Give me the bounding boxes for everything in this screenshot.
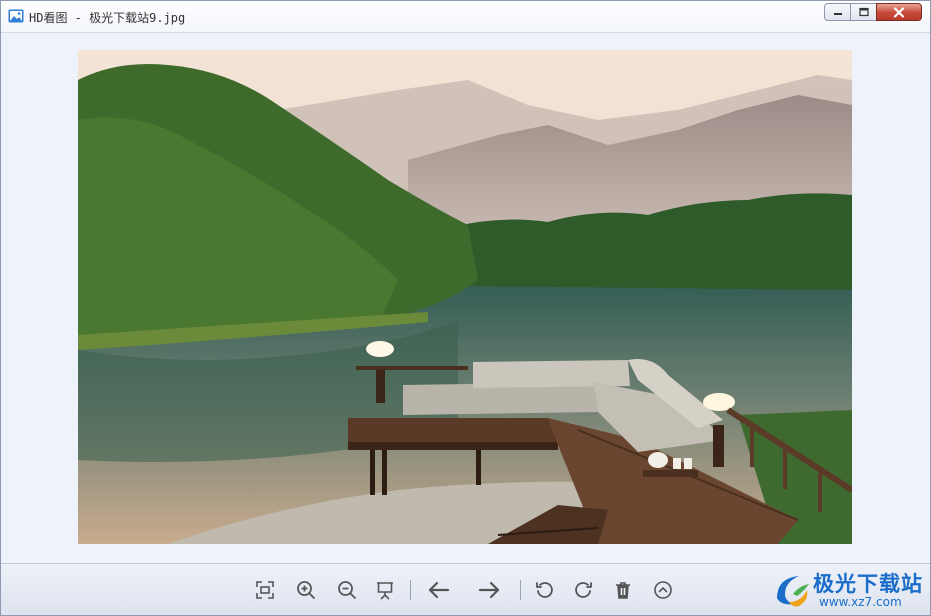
window-controls <box>824 3 922 21</box>
watermark-brand: 极光下载站 <box>813 572 923 596</box>
slideshow-icon <box>377 582 393 600</box>
watermark: 极光下载站 www.xz7.com <box>771 568 926 612</box>
image-canvas[interactable] <box>1 33 930 563</box>
previous-button[interactable] <box>427 578 451 602</box>
toolbar-separator <box>520 580 521 600</box>
landscape-photo[interactable] <box>78 50 852 544</box>
title-bar[interactable]: HD看图 - 极光下载站9.jpg <box>1 1 930 33</box>
rotate-left-icon <box>536 582 553 598</box>
minimize-icon <box>833 13 842 15</box>
maximize-icon <box>858 7 869 17</box>
app-icon <box>8 9 24 23</box>
toolbar-separator <box>410 580 411 600</box>
slideshow-button[interactable] <box>373 578 397 602</box>
zoom-out-icon <box>338 581 357 600</box>
maximize-button[interactable] <box>850 3 877 21</box>
close-icon <box>893 6 905 18</box>
more-button[interactable] <box>651 578 675 602</box>
arrow-right-icon <box>478 581 500 599</box>
chevron-up-circle-icon <box>654 581 672 599</box>
minimize-button[interactable] <box>824 3 851 21</box>
watermark-url: www.xz7.com <box>819 595 902 609</box>
trash-icon <box>616 582 630 599</box>
rotate-right-icon <box>575 582 592 598</box>
rotate-right-button[interactable] <box>571 578 595 602</box>
close-button[interactable] <box>876 3 922 21</box>
image-viewer-window: HD看图 - 极光下载站9.jpg 极光下载站 www.xz7.com <box>0 0 931 616</box>
rotate-left-button[interactable] <box>533 578 557 602</box>
zoom-in-button[interactable] <box>294 578 318 602</box>
arrow-left-icon <box>428 581 450 599</box>
toolbar: 极光下载站 www.xz7.com <box>1 563 930 615</box>
aurora-logo-icon <box>777 576 809 607</box>
zoom-in-icon <box>297 581 316 600</box>
delete-button[interactable] <box>611 578 635 602</box>
fit-screen-icon <box>256 581 274 599</box>
zoom-out-button[interactable] <box>335 578 359 602</box>
window-title: HD看图 - 极光下载站9.jpg <box>29 11 186 25</box>
fit-screen-button[interactable] <box>253 578 277 602</box>
next-button[interactable] <box>477 578 501 602</box>
